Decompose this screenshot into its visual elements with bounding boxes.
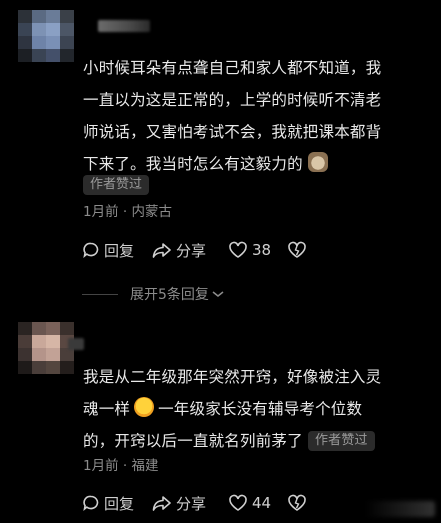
laughing-crying-emoji — [134, 397, 155, 417]
comment-meta: 1月前 · 内蒙古 — [83, 204, 172, 220]
comment-text: 小时候耳朵有点聋自己和家人都不知道，我 一直以为这是正常的，上学的时候听不清老 … — [83, 59, 382, 173]
chevron-down-icon — [212, 291, 224, 297]
like-button[interactable]: 44 — [228, 492, 271, 514]
share-icon — [152, 496, 171, 511]
avatar[interactable] — [18, 10, 74, 62]
like-icon — [229, 241, 247, 258]
dislike-icon — [288, 241, 306, 258]
dislike-button[interactable] — [287, 239, 311, 261]
comment-actions: 回复 分享 38 — [82, 239, 402, 261]
avatar[interactable] — [18, 322, 74, 374]
expand-replies[interactable]: 展开5条回复 — [82, 284, 225, 304]
share-button[interactable]: 分享 — [152, 239, 206, 261]
cat-face-emoji — [307, 152, 328, 172]
reply-button[interactable]: 回复 — [82, 239, 134, 261]
dislike-icon — [288, 494, 306, 511]
author-liked-badge: 作者赞过 — [307, 431, 375, 451]
divider — [82, 293, 118, 295]
share-button[interactable]: 分享 — [152, 492, 206, 514]
comment-meta: 1月前 · 福建 — [83, 458, 159, 474]
watermark — [365, 501, 435, 517]
comment-actions: 回复 分享 44 — [82, 492, 402, 514]
dislike-button[interactable] — [287, 492, 311, 514]
reply-icon — [83, 242, 99, 259]
comment-text: 我是从二年级那年突然开窍，好像被注入灵 魂一样 一年级家长没有辅导考个位数 的，开… — [83, 368, 382, 451]
username[interactable] — [98, 20, 150, 32]
username[interactable] — [68, 338, 84, 350]
like-icon — [229, 494, 247, 511]
reply-button[interactable]: 回复 — [82, 492, 134, 514]
author-liked-badge: 作者赞过 — [83, 175, 150, 195]
reply-icon — [83, 495, 99, 512]
share-icon — [152, 243, 171, 258]
like-button[interactable]: 38 — [228, 239, 271, 261]
